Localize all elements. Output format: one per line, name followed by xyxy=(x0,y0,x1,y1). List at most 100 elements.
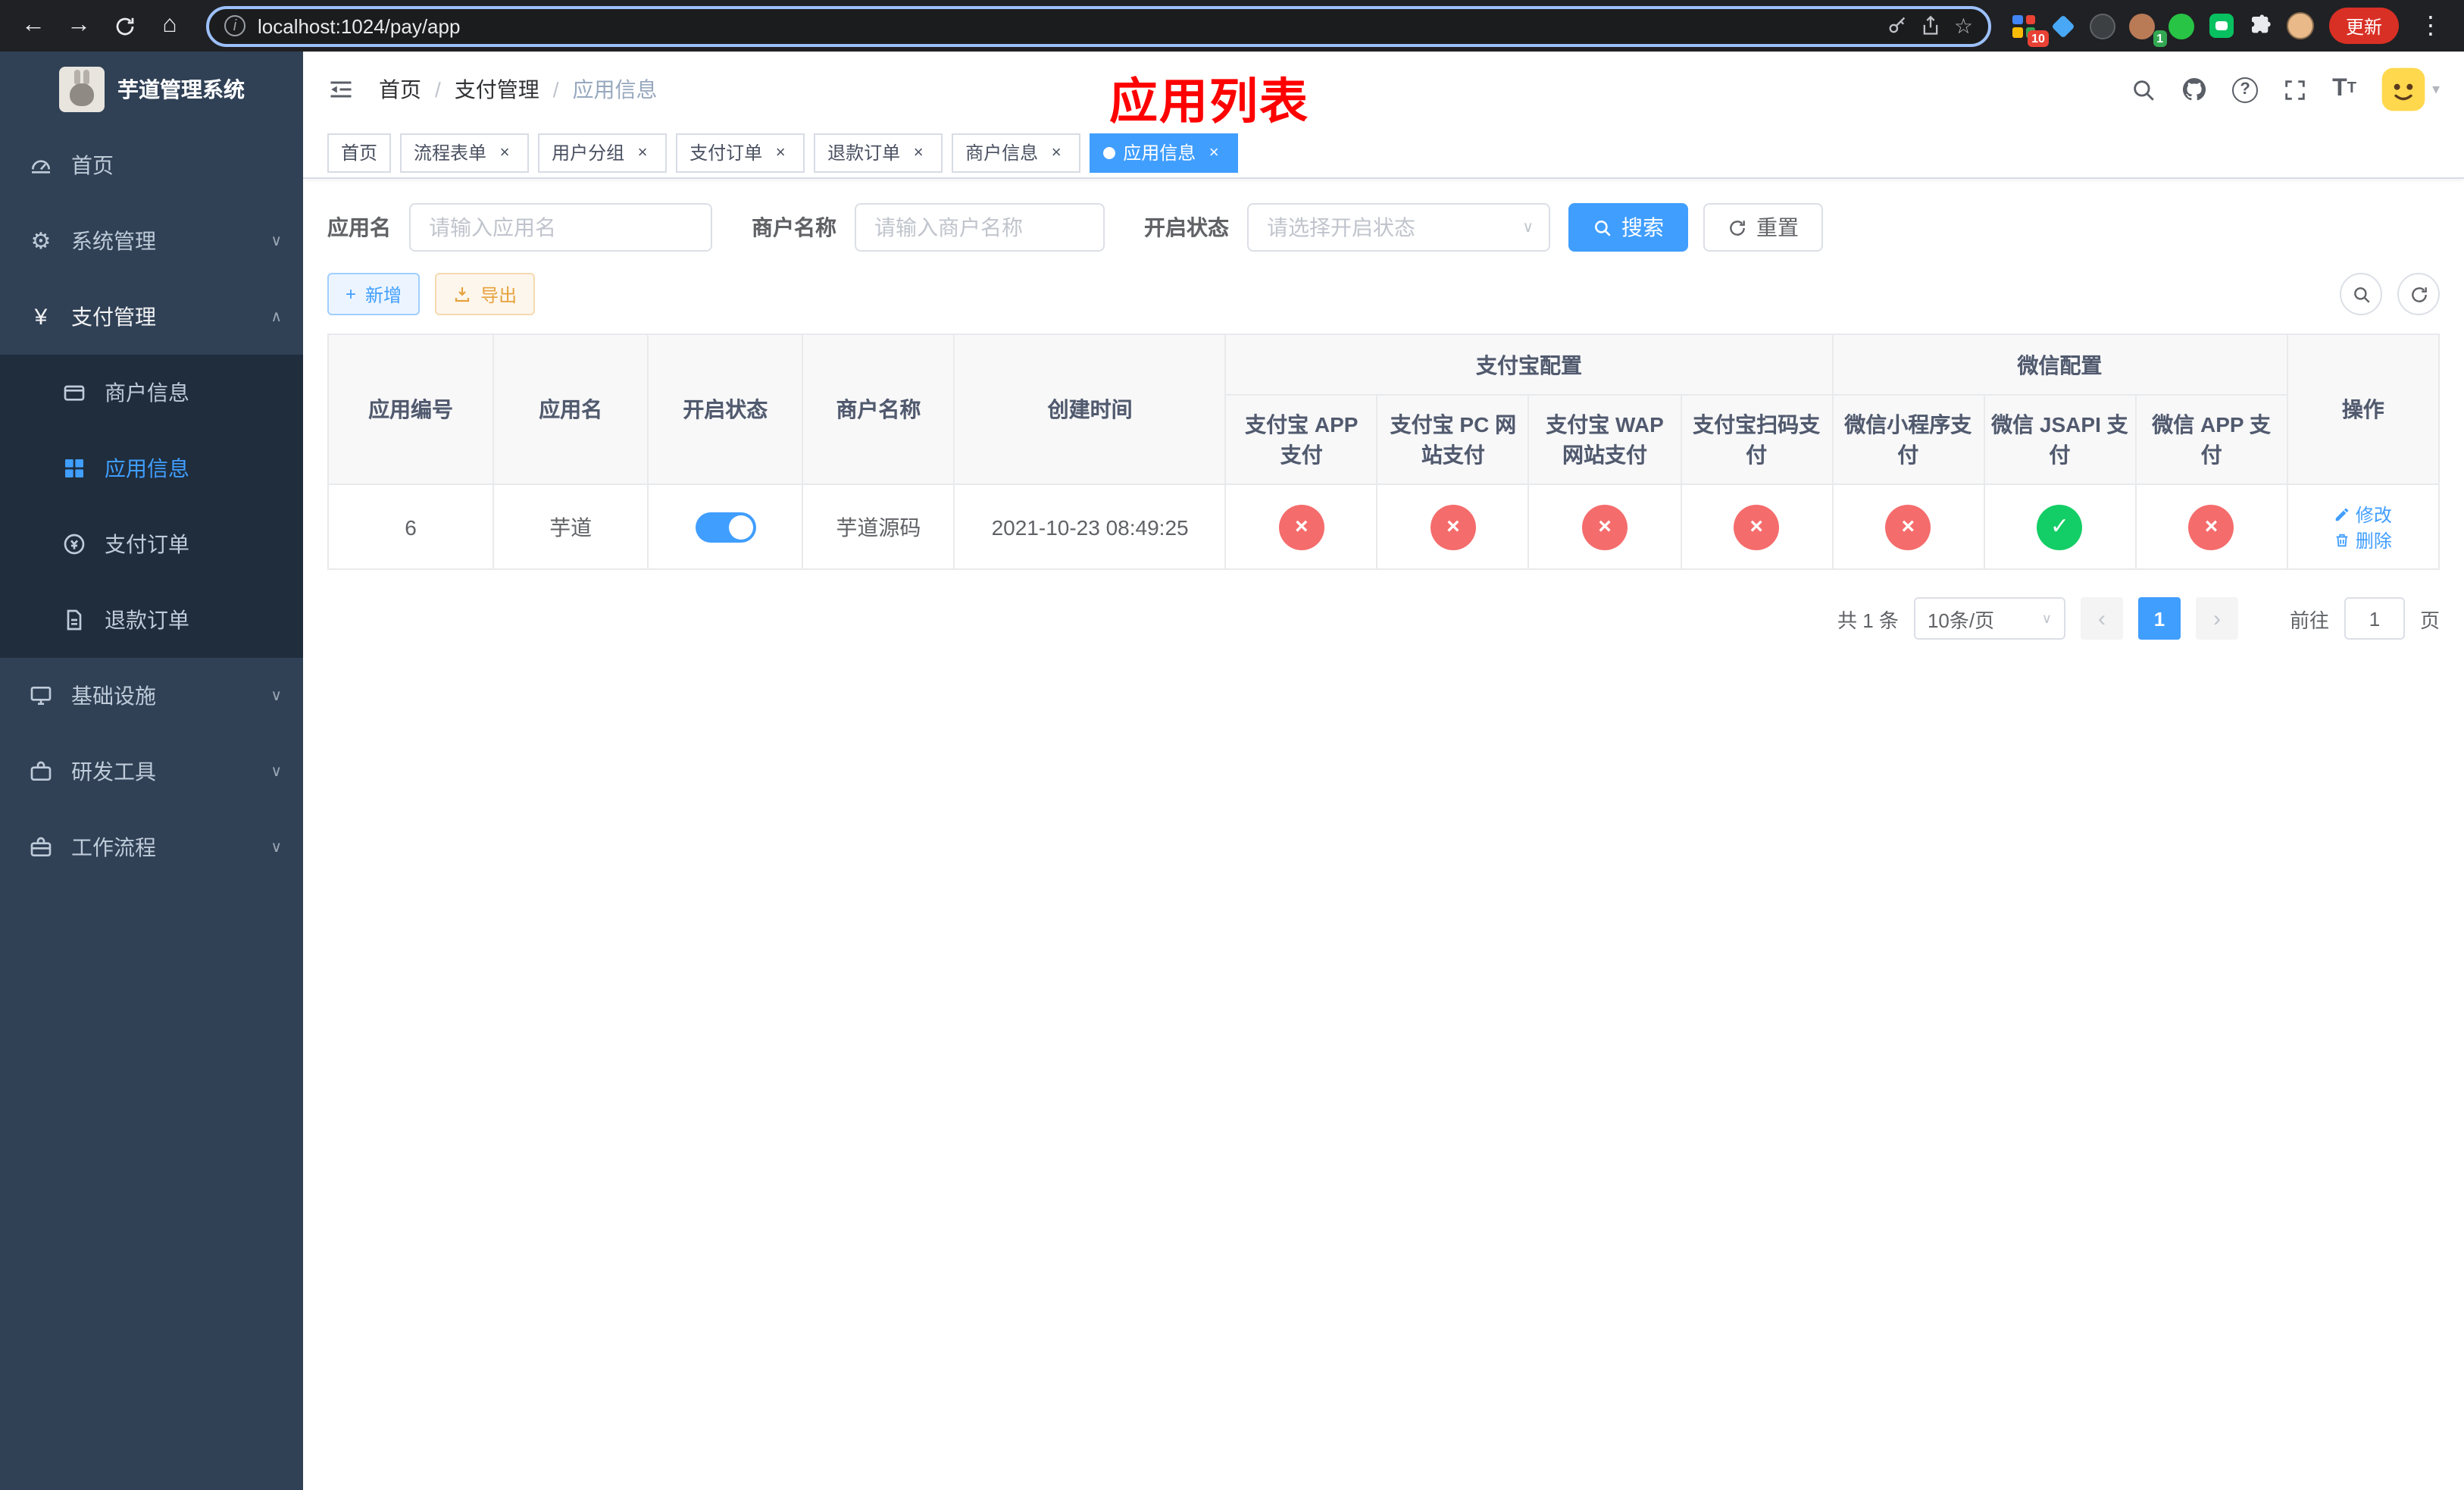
goto-page-input[interactable] xyxy=(2344,597,2405,640)
sidebar-item-system[interactable]: ⚙ 系统管理 ∨ xyxy=(0,203,303,279)
sidebar-item-label: 首页 xyxy=(71,153,114,177)
tab-merchant-info[interactable]: 商户信息 × xyxy=(952,133,1081,172)
status-check-icon: ✓ xyxy=(2037,504,2083,549)
toolbox-icon xyxy=(27,759,55,784)
forward-icon[interactable]: → xyxy=(58,5,100,47)
sidebar-item-merchant-info[interactable]: 商户信息 xyxy=(0,355,303,430)
close-icon[interactable]: × xyxy=(770,142,791,163)
col-header-status: 开启状态 xyxy=(647,333,804,485)
add-button[interactable]: + 新增 xyxy=(327,273,421,315)
search-button[interactable]: 搜索 xyxy=(1568,203,1688,252)
status-cross-icon: × xyxy=(1278,504,1324,549)
close-icon[interactable]: × xyxy=(632,142,653,163)
sidebar-item-refund-orders[interactable]: 退款订单 xyxy=(0,582,303,658)
help-icon[interactable]: ? xyxy=(2232,77,2259,102)
status-toggle[interactable] xyxy=(695,512,756,542)
merchant-name-label: 商户名称 xyxy=(752,215,836,239)
address-bar[interactable]: i localhost:1024/pay/app ☆ xyxy=(206,5,1991,46)
pagination: 共 1 条 10条/页 ∨ ‹ 1 › 前往 页 xyxy=(327,597,2440,640)
prev-page-button[interactable]: ‹ xyxy=(2080,597,2123,640)
col-header-alipay-qr: 支付宝扫码支付 xyxy=(1680,394,1834,485)
edit-link[interactable]: 修改 xyxy=(2334,501,2392,527)
col-header-wx-jsapi: 微信 JSAPI 支付 xyxy=(1983,394,2137,485)
col-header-app-name: 应用名 xyxy=(492,333,649,485)
show-search-icon-button[interactable] xyxy=(2340,273,2382,315)
status-select[interactable]: 请选择开启状态 ∨ xyxy=(1247,203,1550,252)
close-icon[interactable]: × xyxy=(494,142,515,163)
app-logo[interactable]: 芋道管理系统 xyxy=(0,52,303,127)
home-icon[interactable]: ⌂ xyxy=(149,5,191,47)
tab-refund-orders[interactable]: 退款订单 × xyxy=(814,133,943,172)
extension-dark-circle-icon[interactable] xyxy=(2085,8,2122,44)
navbar-actions: ? TT ▾ xyxy=(2131,67,2440,112)
select-caret-icon: ∨ xyxy=(1522,219,1534,236)
sidebar-item-infrastructure[interactable]: 基础设施 ∨ xyxy=(0,658,303,734)
payment-submenu: 商户信息 应用信息 支付订单 退款订单 xyxy=(0,355,303,658)
sidebar-item-workflow[interactable]: 工作流程 ∨ xyxy=(0,809,303,885)
sidebar-item-dev-tools[interactable]: 研发工具 ∨ xyxy=(0,734,303,809)
header-search-icon[interactable] xyxy=(2131,77,2156,102)
share-icon[interactable] xyxy=(1921,15,1942,36)
delete-link[interactable]: 删除 xyxy=(2334,527,2392,552)
filter-form: 应用名 商户名称 开启状态 请选择开启状态 ∨ 搜索 xyxy=(327,203,2440,252)
next-page-button[interactable]: › xyxy=(2195,597,2238,640)
tab-user-group[interactable]: 用户分组 × xyxy=(538,133,668,172)
tab-process-form[interactable]: 流程表单 × xyxy=(400,133,530,172)
page-size-select[interactable]: 10条/页 ∨ xyxy=(1913,597,2065,640)
col-group-alipay: 支付宝配置 xyxy=(1224,333,1834,396)
yen-icon: ¥ xyxy=(34,304,48,330)
back-icon[interactable]: ← xyxy=(12,5,55,47)
cell-merchant: 芋道源码 xyxy=(802,484,955,570)
password-key-icon[interactable] xyxy=(1887,15,1909,36)
sidebar-item-label: 基础设施 xyxy=(71,684,156,708)
page-number-1[interactable]: 1 xyxy=(2137,597,2181,640)
reset-button[interactable]: 重置 xyxy=(1703,203,1823,252)
col-header-alipay-wap: 支付宝 WAP 网站支付 xyxy=(1527,394,1682,485)
monitor-icon xyxy=(27,684,55,708)
export-button[interactable]: 导出 xyxy=(435,273,536,315)
cell-wx-lite: × xyxy=(1831,484,1985,570)
close-icon[interactable]: × xyxy=(908,142,929,163)
github-icon[interactable] xyxy=(2181,76,2208,103)
user-menu[interactable]: ▾ xyxy=(2381,67,2440,112)
close-icon[interactable]: × xyxy=(1046,142,1067,163)
reload-icon[interactable] xyxy=(103,5,145,47)
tab-app-info[interactable]: 应用信息 × xyxy=(1090,133,1239,172)
workflow-icon xyxy=(27,835,55,859)
sidebar-item-home[interactable]: 首页 xyxy=(0,127,303,203)
font-size-icon[interactable]: TT xyxy=(2332,77,2356,102)
merchant-name-input[interactable] xyxy=(855,203,1105,252)
browser-avatar-icon[interactable] xyxy=(2282,8,2319,44)
sidebar-fold-icon[interactable] xyxy=(327,76,355,103)
plus-icon: + xyxy=(346,283,357,305)
extension-chat-icon[interactable] xyxy=(2203,8,2240,44)
tab-home[interactable]: 首页 xyxy=(327,133,392,172)
app-name-input[interactable] xyxy=(409,203,712,252)
status-cross-icon: × xyxy=(1885,504,1931,549)
extension-profile-icon[interactable]: 1 xyxy=(2125,8,2167,47)
active-dot xyxy=(1103,146,1116,158)
sidebar-item-app-info[interactable]: 应用信息 xyxy=(0,430,303,506)
breadcrumb-separator: / xyxy=(435,77,441,102)
extension-diamond-icon[interactable] xyxy=(2046,8,2082,44)
status-cross-icon: × xyxy=(1430,504,1476,549)
browser-menu-icon[interactable]: ⋮ xyxy=(2409,5,2452,47)
close-icon[interactable]: × xyxy=(1203,142,1224,163)
breadcrumb-separator: / xyxy=(552,77,559,102)
sidebar-item-pay-orders[interactable]: 支付订单 xyxy=(0,506,303,582)
url-text[interactable]: localhost:1024/pay/app xyxy=(258,14,1875,37)
col-header-alipay-pc: 支付宝 PC 网站支付 xyxy=(1376,394,1530,485)
breadcrumb-home[interactable]: 首页 xyxy=(379,74,421,105)
browser-update-button[interactable]: 更新 xyxy=(2328,8,2399,44)
extension-wechat-icon[interactable] xyxy=(2164,8,2200,44)
breadcrumb-payment[interactable]: 支付管理 xyxy=(455,74,539,105)
extensions-puzzle-icon[interactable] xyxy=(2243,8,2279,44)
refund-doc-icon xyxy=(61,608,88,632)
sidebar-item-payment[interactable]: ¥ 支付管理 ∧ xyxy=(0,279,303,355)
fullscreen-icon[interactable] xyxy=(2282,77,2308,102)
refresh-table-button[interactable] xyxy=(2397,273,2440,315)
site-info-icon[interactable]: i xyxy=(224,15,245,36)
tab-pay-orders[interactable]: 支付订单 × xyxy=(676,133,805,172)
bookmark-star-icon[interactable]: ☆ xyxy=(1954,13,1973,39)
extension-grid-icon[interactable]: 10 xyxy=(2006,8,2049,47)
